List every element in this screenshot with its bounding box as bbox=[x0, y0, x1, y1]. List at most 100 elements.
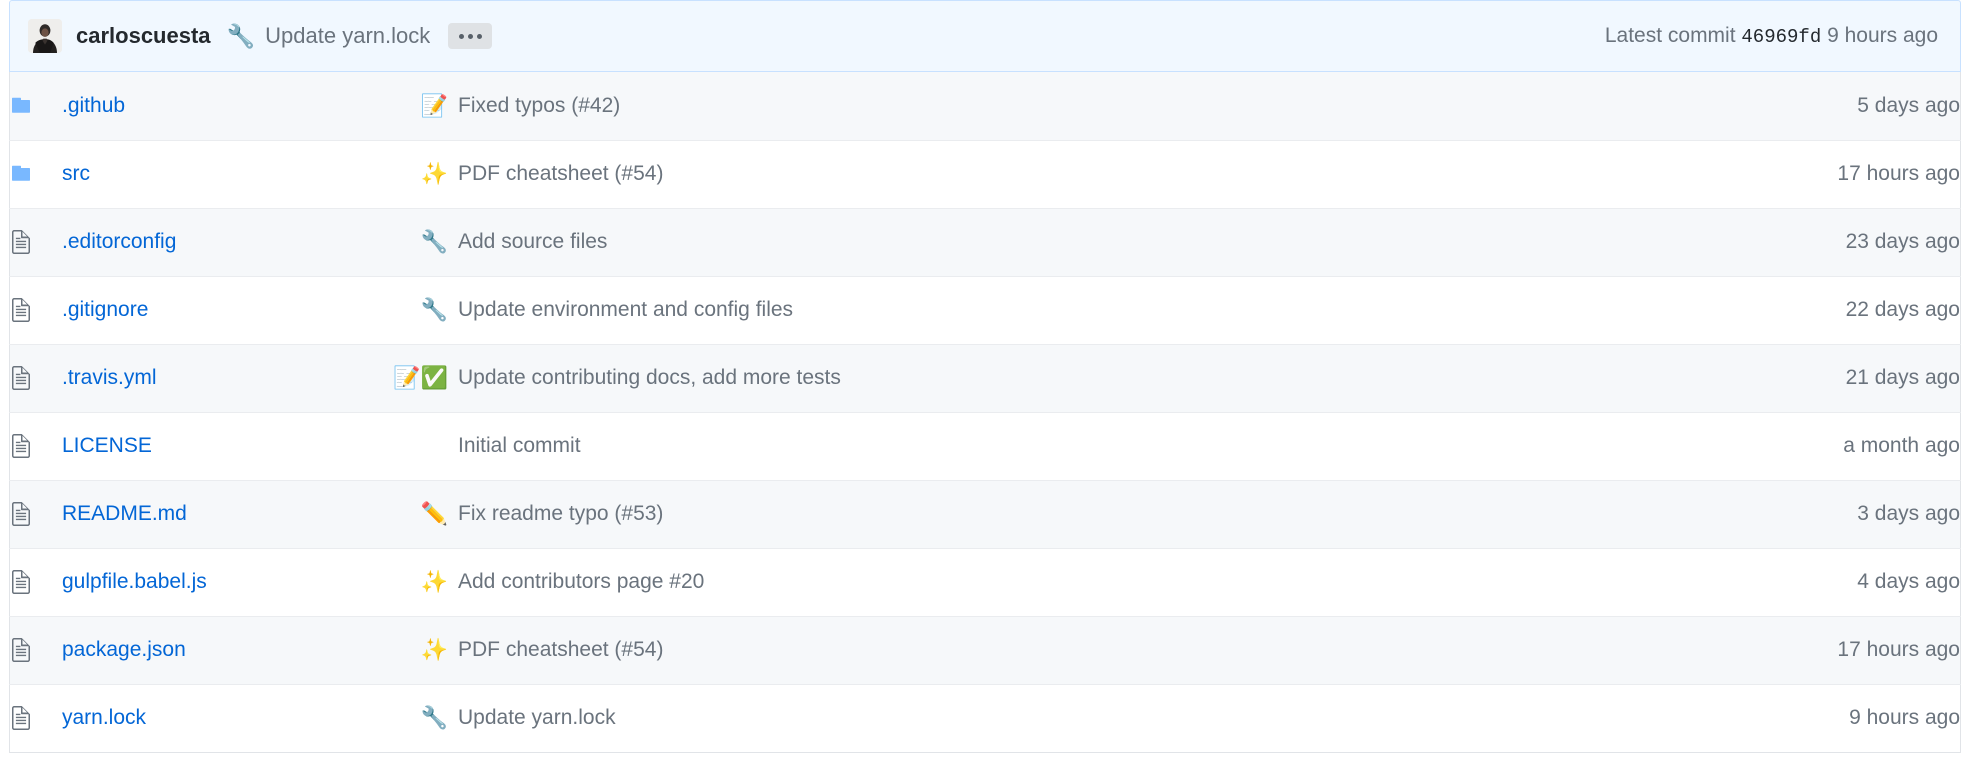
file-icon-cell bbox=[10, 480, 63, 548]
file-table: .github 📝 Fixed typos (#42) 5 days ago src ✨ P… bbox=[9, 72, 1961, 753]
commit-sha[interactable]: 46969fd bbox=[1741, 26, 1821, 48]
latest-commit-age: 9 hours ago bbox=[1827, 24, 1938, 47]
commit-message-link[interactable]: PDF cheatsheet (#54) bbox=[458, 638, 663, 662]
commit-age-cell: 17 hours ago bbox=[1660, 616, 1961, 684]
file-name-link[interactable]: LICENSE bbox=[62, 434, 152, 457]
file-icon-cell bbox=[10, 616, 63, 684]
latest-commit-author-group: carloscuesta 🔧 Update yarn.lock bbox=[28, 19, 1581, 53]
commit-message-cell: 🔧 Update environment and config files bbox=[392, 276, 1660, 344]
latest-commit-bar: carloscuesta 🔧 Update yarn.lock Latest c… bbox=[9, 0, 1961, 72]
file-icon bbox=[10, 434, 62, 458]
sparkles-emoji: ✨ bbox=[392, 639, 448, 661]
file-table-body: .github 📝 Fixed typos (#42) 5 days ago src ✨ P… bbox=[10, 72, 1961, 752]
file-icon bbox=[10, 298, 62, 322]
file-row[interactable]: .editorconfig 🔧Add source files 23 days ag… bbox=[10, 208, 1961, 276]
commit-message-link[interactable]: Update contributing docs, add more tests bbox=[458, 366, 841, 390]
dot-2 bbox=[468, 34, 473, 39]
commit-message-cell: 🔧Add source files bbox=[392, 208, 1660, 276]
folder-icon bbox=[10, 162, 62, 186]
commit-age: 3 days ago bbox=[1857, 502, 1960, 525]
commit-message-link[interactable]: Initial commit bbox=[458, 434, 581, 458]
file-icon-cell bbox=[10, 208, 63, 276]
commit-message-link[interactable]: Add source files bbox=[458, 230, 607, 254]
commit-message-cell: ✨ Add contributors page #20 bbox=[392, 548, 1660, 616]
commit-message-cell: ✏️ Fix readme typo (#53) bbox=[392, 480, 1660, 548]
latest-commit-label: Latest commit bbox=[1605, 24, 1736, 47]
latest-commit-message[interactable]: Update yarn.lock bbox=[265, 23, 430, 49]
file-name-link[interactable]: src bbox=[62, 162, 90, 185]
file-name-link[interactable]: gulpfile.babel.js bbox=[62, 570, 207, 593]
file-row[interactable]: .travis.yml 📝✅ Update contributing docs, a… bbox=[10, 344, 1961, 412]
memo-emoji: 📝 bbox=[392, 95, 448, 117]
file-row[interactable]: gulpfile.babel.js ✨ Add contributors page … bbox=[10, 548, 1961, 616]
file-name-cell: .editorconfig bbox=[62, 208, 392, 276]
file-name-link[interactable]: README.md bbox=[62, 502, 187, 525]
file-name-cell: README.md bbox=[62, 480, 392, 548]
commit-age: 9 hours ago bbox=[1849, 706, 1960, 729]
file-name-link[interactable]: .gitignore bbox=[62, 298, 148, 321]
file-row[interactable]: .gitignore 🔧 Update environment and config… bbox=[10, 276, 1961, 344]
expand-commit-message-button[interactable] bbox=[448, 23, 492, 49]
commit-message-cell: ✨ PDF cheatsheet (#54) bbox=[392, 616, 1660, 684]
sparkles-emoji: ✨ bbox=[392, 163, 448, 185]
file-name-link[interactable]: .editorconfig bbox=[62, 230, 176, 253]
file-name-link[interactable]: package.json bbox=[62, 638, 186, 661]
file-name-cell: LICENSE bbox=[62, 412, 392, 480]
file-name-cell: yarn.lock bbox=[62, 684, 392, 752]
wrench-emoji: 🔧 bbox=[392, 707, 448, 729]
commit-message-link[interactable]: Update yarn.lock bbox=[458, 706, 616, 730]
avatar[interactable] bbox=[28, 19, 62, 53]
file-row[interactable]: LICENSE Initial commit a month ago bbox=[10, 412, 1961, 480]
file-icon bbox=[10, 706, 62, 730]
file-name-cell: .github bbox=[62, 72, 392, 140]
commit-age: 5 days ago bbox=[1857, 94, 1960, 117]
commit-message-link[interactable]: Fixed typos (#42) bbox=[458, 94, 620, 118]
file-row[interactable]: yarn.lock 🔧 Update yarn.lock 9 hours ago bbox=[10, 684, 1961, 752]
file-name-link[interactable]: .github bbox=[62, 94, 125, 117]
commit-age-cell: a month ago bbox=[1660, 412, 1961, 480]
folder-icon bbox=[10, 94, 62, 118]
commit-message-link[interactable]: Fix readme typo (#53) bbox=[458, 502, 663, 526]
file-icon-cell bbox=[10, 684, 63, 752]
commit-author-name[interactable]: carloscuesta bbox=[76, 23, 211, 49]
commit-age-cell: 22 days ago bbox=[1660, 276, 1961, 344]
commit-age-cell: 23 days ago bbox=[1660, 208, 1961, 276]
pencil-emoji: ✏️ bbox=[392, 503, 448, 525]
file-icon bbox=[10, 638, 62, 662]
file-name-cell: gulpfile.babel.js bbox=[62, 548, 392, 616]
commit-message-wrap: 📝✅ Update contributing docs, add more tes… bbox=[392, 363, 1660, 393]
memo-emoji: 📝✅ bbox=[392, 367, 448, 389]
file-name-cell: src bbox=[62, 140, 392, 208]
commit-message-cell: Initial commit bbox=[392, 412, 1660, 480]
commit-message-cell: 📝✅ Update contributing docs, add more tes… bbox=[392, 344, 1660, 412]
commit-age-cell: 9 hours ago bbox=[1660, 684, 1961, 752]
commit-age: 22 days ago bbox=[1846, 298, 1960, 321]
file-icon-cell bbox=[10, 412, 63, 480]
commit-age: 17 hours ago bbox=[1837, 638, 1960, 661]
file-row[interactable]: package.json ✨ PDF cheatsheet (#54) 17 hour… bbox=[10, 616, 1961, 684]
file-icon bbox=[10, 502, 62, 526]
wrench-emoji: 🔧 bbox=[392, 299, 448, 321]
file-row[interactable]: src ✨ PDF cheatsheet (#54) 17 hours ago bbox=[10, 140, 1961, 208]
file-icon-cell bbox=[10, 72, 63, 140]
commit-age-cell: 3 days ago bbox=[1660, 480, 1961, 548]
sparkles-emoji: ✨ bbox=[392, 571, 448, 593]
commit-message-link[interactable]: Update environment and config files bbox=[458, 298, 793, 322]
file-icon bbox=[10, 230, 62, 254]
file-name-link[interactable]: yarn.lock bbox=[62, 706, 146, 729]
file-row[interactable]: README.md ✏️ Fix readme typo (#53) 3 days a… bbox=[10, 480, 1961, 548]
commit-age: 17 hours ago bbox=[1837, 162, 1960, 185]
file-name-link[interactable]: .travis.yml bbox=[62, 366, 157, 389]
commit-message-link[interactable]: PDF cheatsheet (#54) bbox=[458, 162, 663, 186]
file-icon bbox=[10, 570, 62, 594]
file-row[interactable]: .github 📝 Fixed typos (#42) 5 days ago bbox=[10, 72, 1961, 140]
commit-age: 23 days ago bbox=[1846, 230, 1960, 253]
wrench-emoji: 🔧 bbox=[227, 25, 256, 48]
commit-message-wrap: ✨ Add contributors page #20 bbox=[392, 567, 1660, 597]
commit-message-wrap: ✨ PDF cheatsheet (#54) bbox=[392, 159, 1660, 189]
commit-message-wrap: Initial commit bbox=[392, 431, 1660, 461]
commit-message-link[interactable]: Add contributors page #20 bbox=[458, 570, 704, 594]
commit-message-cell: 🔧 Update yarn.lock bbox=[392, 684, 1660, 752]
commit-age-cell: 5 days ago bbox=[1660, 72, 1961, 140]
commit-age-cell: 17 hours ago bbox=[1660, 140, 1961, 208]
